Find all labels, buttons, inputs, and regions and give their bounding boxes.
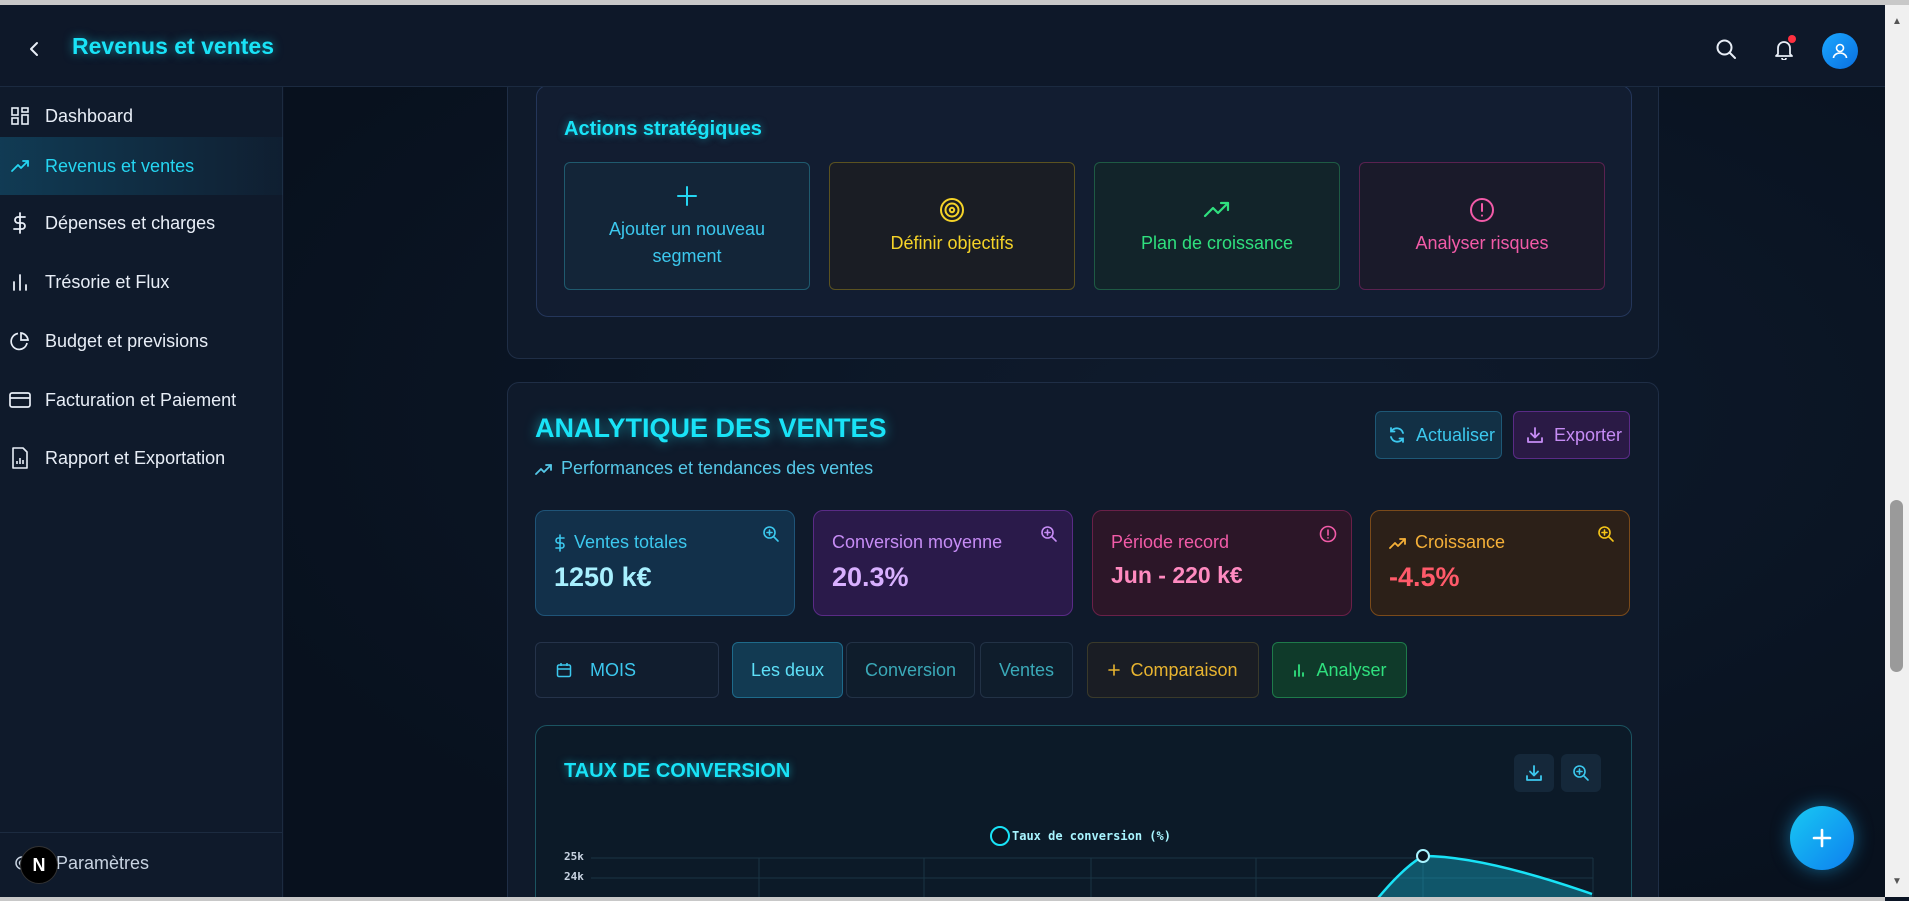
sidebar-item-label: Dépenses et charges <box>45 212 216 233</box>
sidebar-item-rapport[interactable]: Rapport et Exportation <box>0 429 283 487</box>
conversion-chart-card: TAUX DE CONVERSION Taux de conversion (%… <box>535 725 1632 897</box>
add-segment-button[interactable]: Ajouter un nouveau segment <box>564 162 810 290</box>
analytics-subtitle: Performances et tendances des ventes <box>535 458 873 479</box>
analyze-button[interactable]: Analyser <box>1272 642 1407 698</box>
export-label: Exporter <box>1554 424 1623 445</box>
sidebar: Dashboard Revenus et ventes Dépenses et … <box>0 87 283 897</box>
define-goals-label: Définir objectifs <box>890 232 1014 253</box>
tab-sales[interactable]: Ventes <box>980 642 1073 698</box>
top-header: Revenus et ventes <box>0 5 1885 87</box>
window-bottom-border <box>0 897 1885 901</box>
scroll-thumb[interactable] <box>1890 500 1903 672</box>
search-icon[interactable] <box>1712 35 1740 63</box>
settings-label: Paramètres <box>56 852 150 873</box>
kpi-value: 20.3% <box>832 562 909 592</box>
scrollbar[interactable]: ▲ ▼ <box>1885 5 1909 897</box>
sidebar-item-label: Facturation et Paiement <box>45 389 237 410</box>
sidebar-item-label: Dashboard <box>45 105 134 126</box>
sidebar-item-revenus[interactable]: Revenus et ventes <box>0 137 283 195</box>
tab-both[interactable]: Les deux <box>732 642 843 698</box>
kpi-avg-conversion: Conversion moyenne 20.3% <box>813 510 1073 616</box>
add-segment-label: Ajouter un nouveau segment <box>608 219 766 266</box>
report-icon <box>9 447 31 469</box>
notification-dot <box>1788 35 1796 43</box>
bar-chart-icon <box>9 271 31 293</box>
dollar-icon <box>9 212 31 234</box>
alert-circle-icon[interactable] <box>1319 525 1337 543</box>
user-icon <box>1832 43 1848 59</box>
kpi-growth: Croissance -4.5% <box>1370 510 1630 616</box>
refresh-icon <box>1388 426 1406 444</box>
analyze-risks-label: Analyser risques <box>1415 232 1549 253</box>
avatar[interactable] <box>1822 33 1858 69</box>
trending-up-icon <box>1203 196 1231 224</box>
kpi-label: Période record <box>1111 532 1230 552</box>
kpi-label: Conversion moyenne <box>832 532 1003 552</box>
notification-bell-icon[interactable] <box>1770 35 1798 63</box>
data-point <box>1416 849 1430 863</box>
period-select[interactable]: MOIS <box>535 642 719 698</box>
sidebar-item-budget[interactable]: Budget et previsions <box>0 312 283 370</box>
growth-plan-button[interactable]: Plan de croissance <box>1094 162 1340 290</box>
refresh-label: Actualiser <box>1416 424 1496 445</box>
strategic-actions-title: Actions stratégiques <box>564 118 762 140</box>
dollar-icon <box>554 533 566 552</box>
compare-button[interactable]: Comparaison <box>1087 642 1259 698</box>
sidebar-item-depenses[interactable]: Dépenses et charges <box>0 194 283 252</box>
strategic-actions-card: Actions stratégiques Ajouter un nouveau … <box>536 87 1632 317</box>
download-icon <box>1526 426 1544 444</box>
chart-plot <box>591 849 1594 897</box>
target-icon <box>939 196 965 224</box>
sidebar-item-label: Revenus et ventes <box>45 155 195 176</box>
trending-up-icon <box>1389 536 1407 550</box>
dashboard-grid-icon <box>9 105 31 127</box>
scroll-down-arrow[interactable]: ▼ <box>1891 875 1903 887</box>
kpi-label: Croissance <box>1415 532 1506 552</box>
growth-plan-label: Plan de croissance <box>1140 232 1294 253</box>
page-title: Revenus et ventes <box>72 33 274 59</box>
plus-icon <box>676 182 698 210</box>
analytics-title: ANALYTIQUE DES VENTES <box>535 413 887 443</box>
sidebar-item-facturation[interactable]: Facturation et Paiement <box>0 371 283 429</box>
period-select-value: MOIS <box>590 659 637 680</box>
sales-analytics-panel: ANALYTIQUE DES VENTES Performances et te… <box>507 382 1659 897</box>
tab-conversion[interactable]: Conversion <box>846 642 975 698</box>
trending-up-icon <box>9 155 31 177</box>
analytics-subtitle-text: Performances et tendances des ventes <box>561 458 874 478</box>
calendar-icon <box>556 662 572 678</box>
define-goals-button[interactable]: Définir objectifs <box>829 162 1075 290</box>
credit-card-icon <box>9 389 31 411</box>
add-fab-button[interactable] <box>1790 806 1854 870</box>
scroll-up-arrow[interactable]: ▲ <box>1891 15 1903 27</box>
alert-circle-icon <box>1469 196 1495 224</box>
strategic-panel: Actions stratégiques Ajouter un nouveau … <box>507 87 1659 359</box>
main-content: Actions stratégiques Ajouter un nouveau … <box>284 87 1885 897</box>
export-button[interactable]: Exporter <box>1513 411 1630 459</box>
sidebar-item-label: Budget et previsions <box>45 330 209 351</box>
pie-chart-icon <box>9 330 31 352</box>
kpi-value: 1250 k€ <box>554 562 652 592</box>
analyze-risks-button[interactable]: Analyser risques <box>1359 162 1605 290</box>
plus-icon <box>1812 828 1832 848</box>
back-icon[interactable] <box>20 35 48 63</box>
kpi-value: Jun - 220 k€ <box>1111 562 1243 588</box>
trending-up-icon <box>535 462 553 476</box>
kpi-record-period: Période record Jun - 220 k€ <box>1092 510 1352 616</box>
plus-icon <box>1108 664 1121 676</box>
sidebar-item-label: Trésorie et Flux <box>45 271 170 292</box>
zoom-in-icon[interactable] <box>1597 525 1615 543</box>
n-logo-badge[interactable]: N <box>20 846 58 884</box>
zoom-in-icon[interactable] <box>1040 525 1058 543</box>
kpi-total-sales: Ventes totales 1250 k€ <box>535 510 795 616</box>
sidebar-item-label: Rapport et Exportation <box>45 447 226 468</box>
kpi-value: -4.5% <box>1389 562 1460 592</box>
kpi-label: Ventes totales <box>574 532 688 552</box>
sidebar-footer: Paramètres N <box>0 832 283 897</box>
zoom-in-icon[interactable] <box>762 525 780 543</box>
refresh-button[interactable]: Actualiser <box>1375 411 1502 459</box>
bar-chart-icon <box>1292 663 1306 677</box>
sidebar-item-tresorie[interactable]: Trésorie et Flux <box>0 253 283 311</box>
